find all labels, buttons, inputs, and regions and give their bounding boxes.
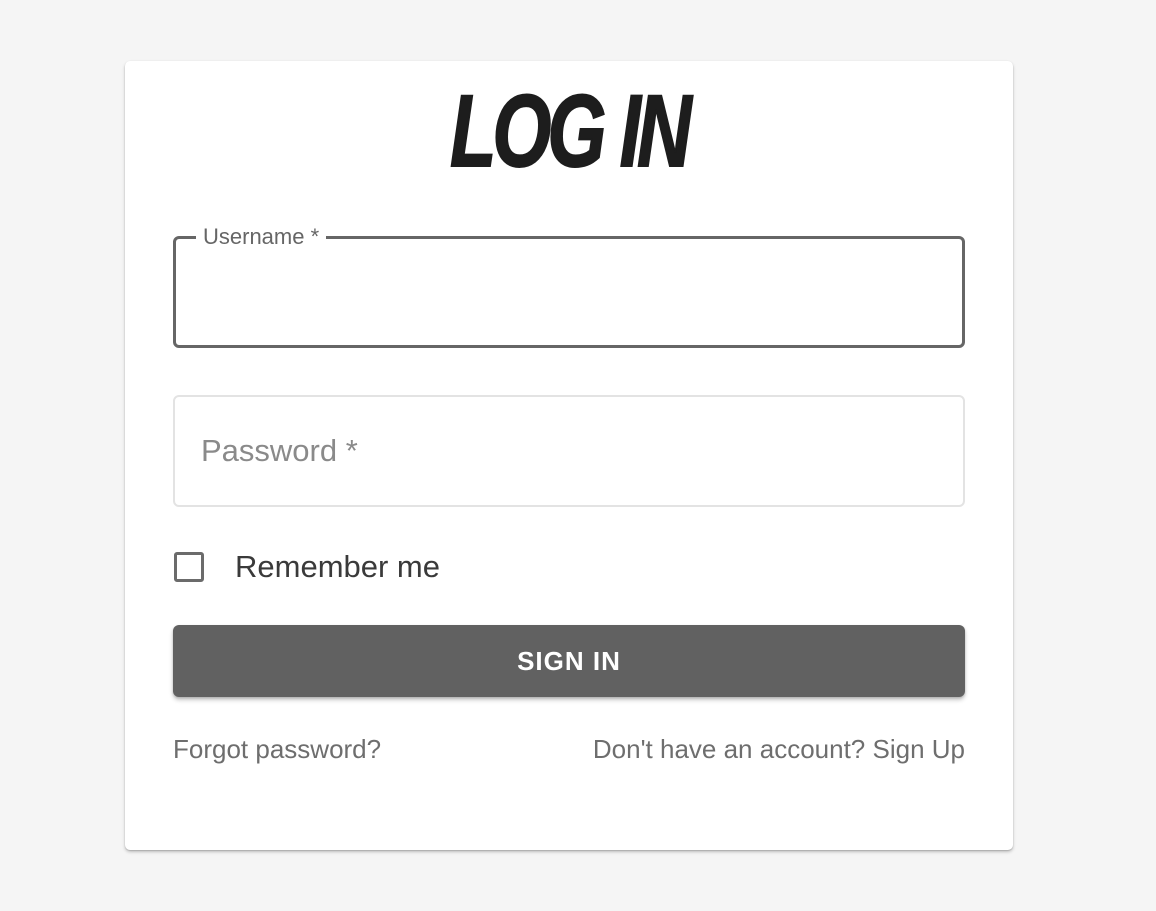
remember-me-checkbox[interactable]: [174, 552, 204, 582]
forgot-password-link[interactable]: Forgot password?: [173, 733, 381, 765]
username-field[interactable]: Username *: [173, 224, 965, 348]
username-input[interactable]: [176, 239, 962, 345]
page-title: LOG IN: [449, 74, 692, 188]
login-card: LOG IN Username * Password * Remember me…: [125, 61, 1013, 850]
password-input[interactable]: [175, 397, 963, 505]
sign-up-link[interactable]: Don't have an account? Sign Up: [593, 733, 965, 765]
remember-me-row[interactable]: Remember me: [174, 548, 440, 586]
sign-in-button[interactable]: SIGN IN: [173, 625, 965, 697]
remember-me-label: Remember me: [235, 549, 440, 584]
password-field[interactable]: Password *: [173, 395, 965, 507]
